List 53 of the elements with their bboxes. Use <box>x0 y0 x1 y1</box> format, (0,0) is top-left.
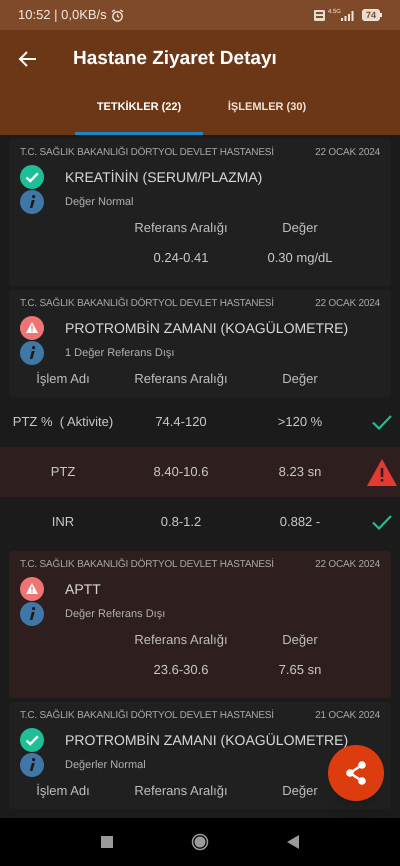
result-value: 0.30 mg/dL <box>266 249 334 268</box>
column-header: Referans Aralığı <box>133 370 229 388</box>
result-value: 8.23 sn <box>278 463 322 482</box>
column-header: Değer <box>281 631 319 650</box>
result-summary: 1 Değer Referans Dışı <box>65 346 174 361</box>
hospital-name: T.C. SAĞLIK BAKANLIĞI DÖRTYOL DEVLET HASTANESİ <box>20 708 274 723</box>
reference-range: 74.4-120 <box>154 413 208 432</box>
result-summary: Değer Referans Dışı <box>65 606 166 622</box>
test-item-name: PTZ % ( Aktivite) <box>12 413 114 432</box>
back-arrow-icon[interactable] <box>18 49 38 69</box>
tab[interactable]: TETKİKLER (22) <box>75 88 203 135</box>
column-header: Değer <box>281 219 319 238</box>
info-icon <box>20 602 44 626</box>
result-summary: Değer Normal <box>65 194 134 210</box>
test-item-name: PTZ <box>50 463 76 482</box>
reference-range: 8.40-10.6 <box>152 463 210 482</box>
result-value: >120 % <box>276 413 324 432</box>
test-name: APTT <box>65 580 101 598</box>
info-icon <box>20 190 44 214</box>
home-icon[interactable] <box>191 833 209 851</box>
column-header: İşlem Adı <box>35 782 91 800</box>
result-value: 0.882 - <box>278 513 322 532</box>
status-time: 10:52 | 0,0KB/s <box>18 6 107 24</box>
alarm-icon <box>110 8 124 22</box>
info-icon <box>20 753 44 777</box>
test-date: 22 OCAK 2024 <box>315 558 380 572</box>
column-header: Referans Aralığı <box>133 782 229 800</box>
screen-title: Hastane Ziyaret Detayı <box>73 46 277 71</box>
column-header: Değer <box>281 782 319 800</box>
result-value: 7.65 sn <box>278 661 322 680</box>
hospital-name: T.C. SAĞLIK BAKANLIĞI DÖRTYOL DEVLET HASTANESİ <box>20 145 274 160</box>
hospital-name: T.C. SAĞLIK BAKANLIĞI DÖRTYOL DEVLET HASTANESİ <box>20 557 274 572</box>
test-name: KREATİNİN (SERUM/PLAZMA) <box>65 168 262 187</box>
tab[interactable]: İŞLEMLER (30) <box>203 88 331 135</box>
reference-range: 23.6-30.6 <box>152 661 210 680</box>
signal-icon <box>340 10 356 20</box>
test-name: PROTROMBİN ZAMANI (KOAGÜLOMETRE) <box>65 730 348 750</box>
battery-icon: 74 <box>362 9 382 21</box>
back-icon[interactable] <box>287 835 299 849</box>
reference-range: 0.8-1.2 <box>160 513 202 532</box>
info-icon <box>20 341 44 365</box>
column-header: Referans Aralığı <box>133 631 229 650</box>
test-item-name: INR <box>50 513 76 532</box>
reference-range: 0.24-0.41 <box>152 249 210 268</box>
test-date: 22 OCAK 2024 <box>315 146 380 160</box>
column-header: Referans Aralığı <box>133 219 229 238</box>
result-summary: Değerler Normal <box>65 758 146 773</box>
column-header: Değer <box>281 370 319 388</box>
hospital-name: T.C. SAĞLIK BAKANLIĞI DÖRTYOL DEVLET HASTANESİ <box>20 296 274 311</box>
test-name: PROTROMBİN ZAMANI (KOAGÜLOMETRE) <box>65 318 348 338</box>
test-date: 22 OCAK 2024 <box>315 297 380 311</box>
column-header: İşlem Adı <box>35 370 91 388</box>
test-date: 21 OCAK 2024 <box>315 709 380 723</box>
